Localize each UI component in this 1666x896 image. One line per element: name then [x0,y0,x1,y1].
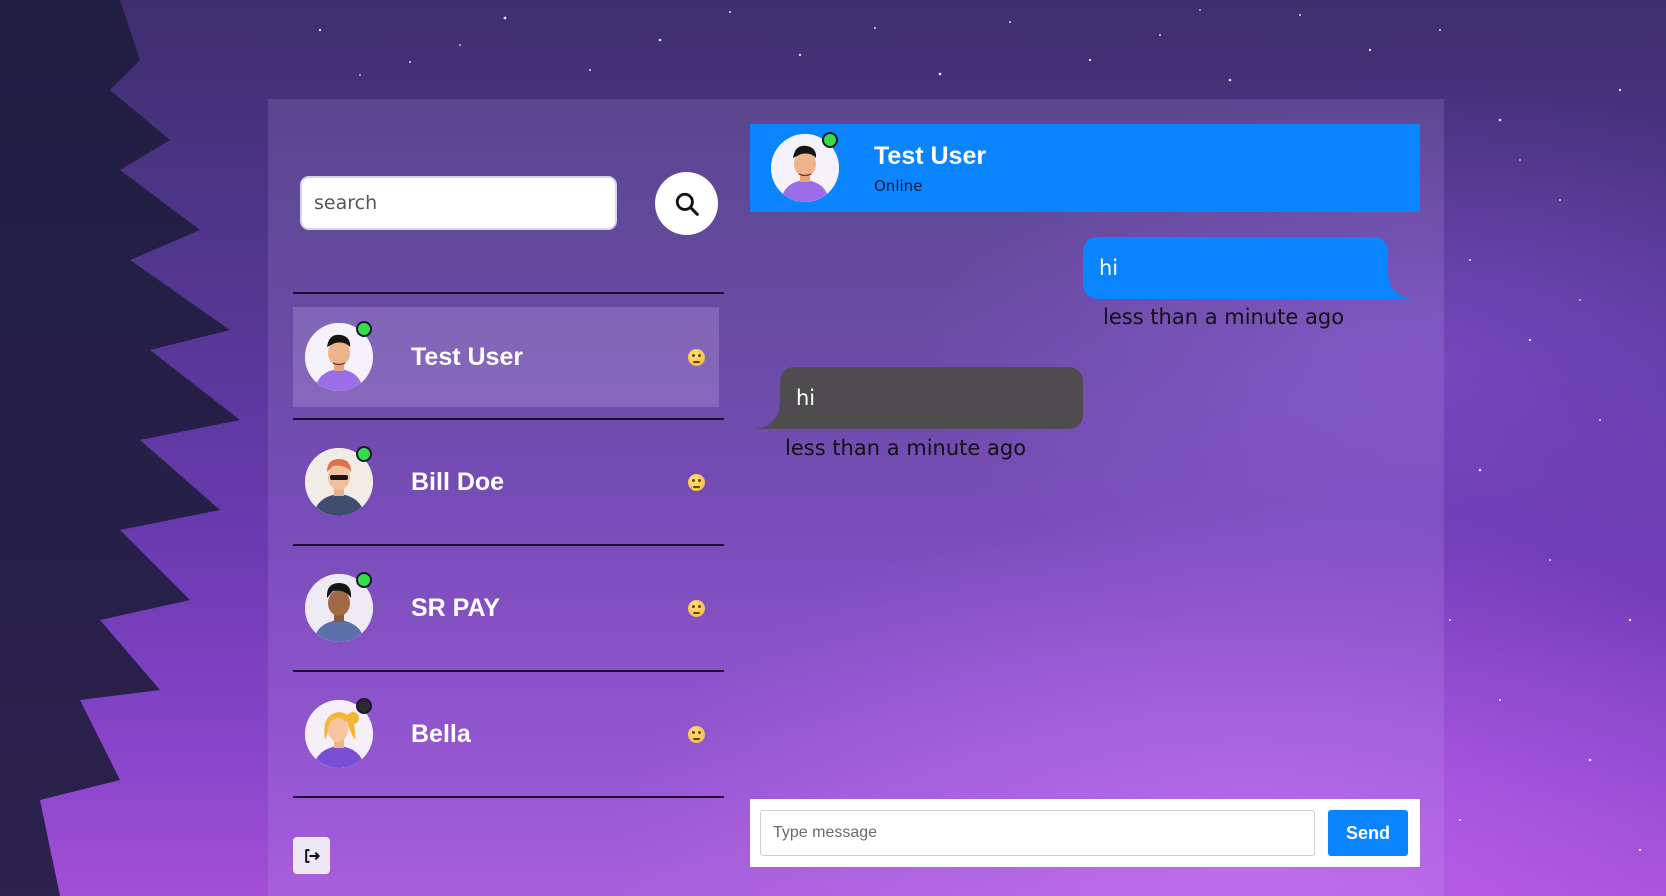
send-button[interactable]: Send [1328,810,1408,856]
message-input[interactable] [760,810,1315,856]
message-text: hi [796,386,816,410]
outgoing-message-bubble: hi [1083,237,1412,299]
divider [293,418,724,420]
message-composer: Send [750,799,1420,867]
chat-partner-name: Test User [874,141,987,170]
divider [293,292,724,294]
contact-name: Bill Doe [411,467,505,496]
contact-name: Test User [411,342,524,371]
search-input[interactable] [300,176,617,230]
incoming-message-bubble: hi [756,367,1083,429]
chat-header: Test User Online [750,124,1420,212]
online-status-dot [822,132,838,148]
logout-icon [304,848,320,863]
contact-item-bella[interactable]: Bella [293,684,719,784]
contact-name: Bella [411,719,471,748]
chat-partner-status: Online [874,176,923,195]
message-text: hi [1099,256,1119,280]
offline-status-dot [356,698,372,714]
search-button[interactable] [655,172,718,235]
search-icon [675,192,699,216]
emoji-icon [688,599,705,617]
message-timestamp: less than a minute ago [1103,305,1345,329]
logout-button[interactable] [293,837,330,874]
online-status-dot [356,572,372,588]
avatar [305,321,373,391]
online-status-dot [356,321,372,337]
message-timestamp: less than a minute ago [785,436,1027,460]
emoji-icon [688,473,705,491]
avatar [305,446,373,516]
emoji-icon [688,725,705,743]
contact-item-sr-pay[interactable]: SR PAY [293,558,719,658]
divider [293,544,724,546]
tree-silhouette [0,0,240,896]
avatar [305,698,373,768]
online-status-dot [356,446,372,462]
emoji-icon [688,348,705,366]
avatar [771,132,839,202]
divider [293,670,724,672]
contact-item-test-user[interactable]: Test User [293,307,719,407]
avatar [305,572,373,642]
contact-name: SR PAY [411,593,500,622]
contact-item-bill-doe[interactable]: Bill Doe [293,432,719,532]
divider [293,796,724,798]
